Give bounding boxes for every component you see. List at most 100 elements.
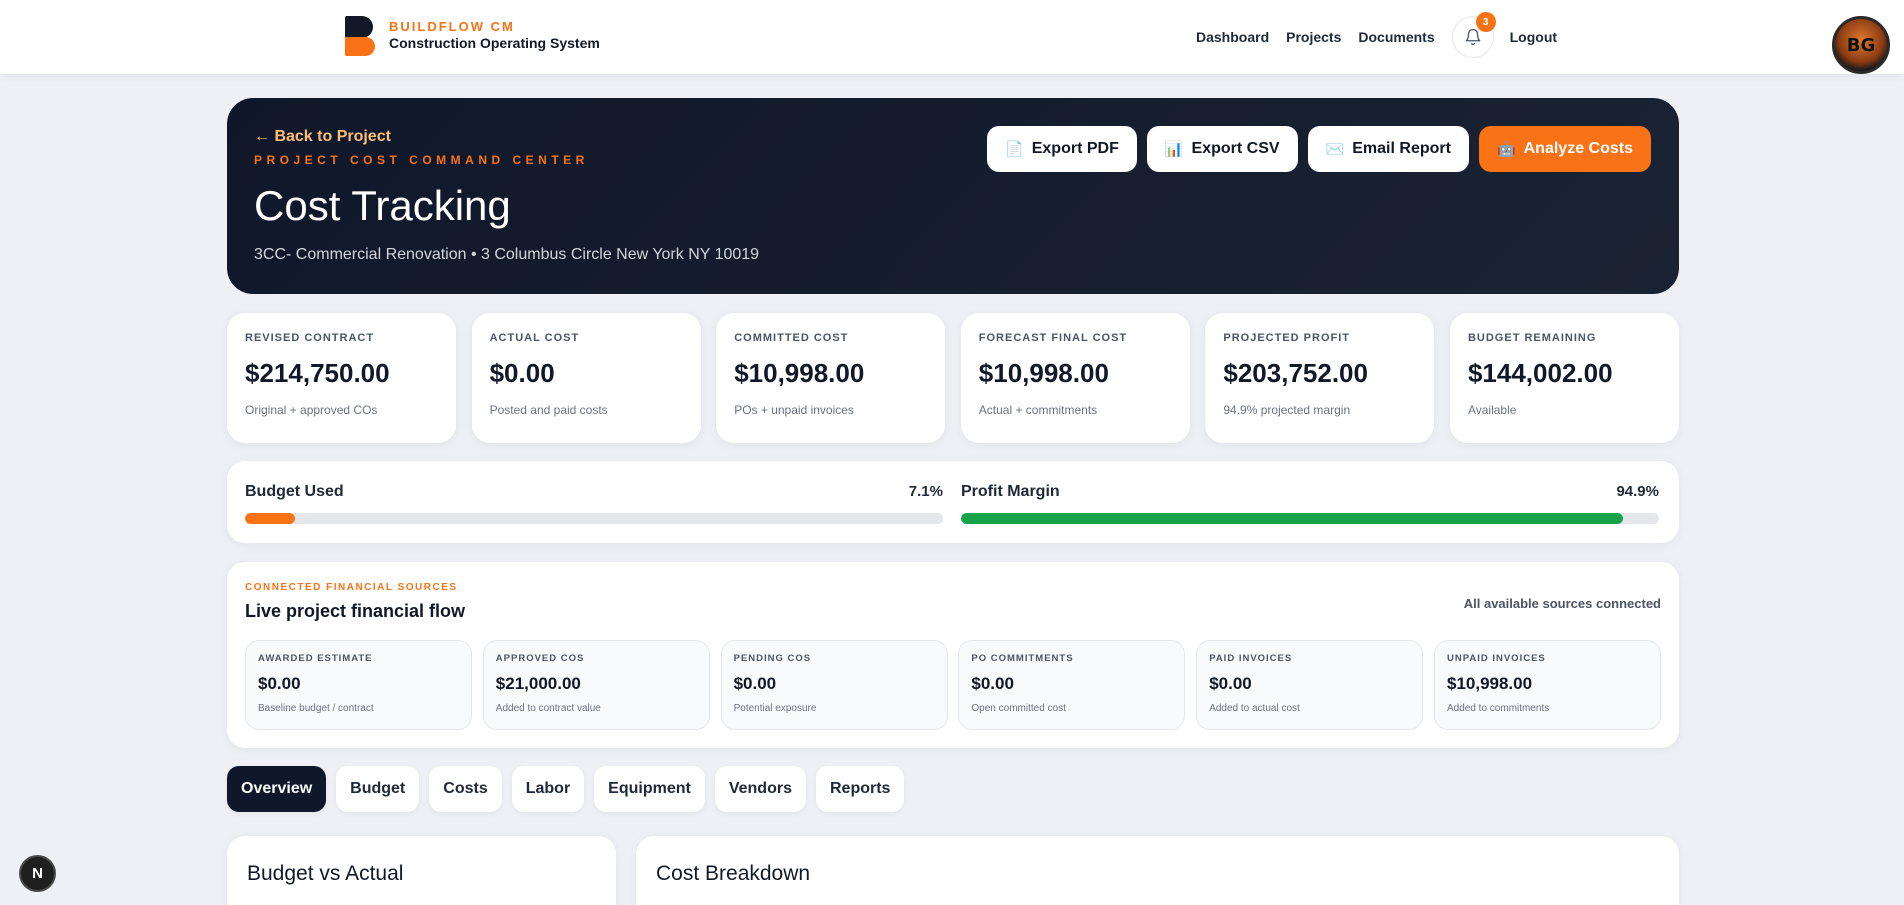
budget-used-label: Budget Used bbox=[245, 483, 344, 500]
hero-kicker: PROJECT COST COMMAND CENTER bbox=[254, 153, 589, 167]
budget-used-percent: 7.1% bbox=[908, 483, 943, 500]
source-po-commitments: PO COMMITMENTS $0.00 Open committed cost bbox=[958, 640, 1186, 730]
tab-labor[interactable]: Labor bbox=[511, 766, 585, 812]
analyze-costs-button[interactable]: 🤖 Analyze Costs bbox=[1478, 126, 1651, 172]
tab-overview[interactable]: Overview bbox=[227, 766, 327, 812]
avatar[interactable]: BG bbox=[1832, 16, 1890, 74]
document-icon: 📄 bbox=[1005, 141, 1024, 158]
logout-link[interactable]: Logout bbox=[1510, 29, 1557, 45]
source-note: Added to contract value bbox=[495, 703, 601, 714]
sources-status: All available sources connected bbox=[1463, 596, 1661, 611]
stat-note: Posted and paid costs bbox=[489, 403, 608, 417]
source-value: $10,998.00 bbox=[1446, 674, 1533, 693]
stat-card-committed-cost: COMMITTED COST $10,998.00 POs + unpaid i… bbox=[716, 313, 946, 443]
source-label: PO COMMITMENTS bbox=[971, 653, 1074, 664]
notifications-button[interactable]: 3 bbox=[1451, 12, 1496, 58]
source-value: $0.00 bbox=[258, 674, 301, 693]
tab-costs[interactable]: Costs bbox=[429, 766, 502, 812]
brand-name: BUILDFLOW CM bbox=[389, 19, 515, 35]
sources-grid: AWARDED ESTIMATE $0.00 Baseline budget /… bbox=[245, 640, 1661, 730]
back-to-project-link[interactable]: ← Back to Project bbox=[254, 128, 391, 146]
profit-margin-track bbox=[961, 513, 1659, 524]
bell-icon bbox=[1465, 28, 1481, 46]
export-csv-button[interactable]: 📊 Export CSV bbox=[1146, 126, 1298, 172]
stat-card-forecast-final-cost: FORECAST FINAL COST $10,998.00 Actual + … bbox=[960, 313, 1190, 443]
source-label: UNPAID INVOICES bbox=[1446, 653, 1546, 664]
brand-subtitle: Construction Operating System bbox=[389, 35, 600, 52]
source-unpaid-invoices: UNPAID INVOICES $10,998.00 Added to comm… bbox=[1433, 640, 1661, 730]
hero-actions: 📄 Export PDF 📊 Export CSV ✉️ Email Repor… bbox=[977, 126, 1651, 172]
nav-link-documents[interactable]: Documents bbox=[1358, 29, 1434, 45]
brand[interactable]: BUILDFLOW CM Construction Operating Syst… bbox=[345, 16, 600, 56]
stat-card-budget-remaining: BUDGET REMAINING $144,002.00 Available bbox=[1449, 313, 1679, 443]
tab-vendors[interactable]: Vendors bbox=[714, 766, 806, 812]
stat-note: Original + approved COs bbox=[245, 403, 378, 417]
stat-card-revised-contract: REVISED CONTRACT $214,750.00 Original + … bbox=[227, 313, 456, 443]
source-value: $0.00 bbox=[733, 674, 777, 693]
profit-margin-label: Profit Margin bbox=[961, 483, 1060, 500]
budget-vs-actual-panel: Budget vs Actual bbox=[227, 836, 616, 905]
dev-tools-badge[interactable]: N bbox=[19, 855, 56, 892]
budget-used-track bbox=[245, 513, 943, 524]
cost-breakdown-title: Cost Breakdown bbox=[656, 862, 811, 885]
progress-card: Budget Used 7.1% Profit Margin 94.9% bbox=[227, 461, 1679, 543]
tab-budget[interactable]: Budget bbox=[336, 766, 420, 812]
source-label: AWARDED ESTIMATE bbox=[258, 653, 373, 664]
page-title: Cost Tracking bbox=[254, 182, 511, 229]
source-value: $21,000.00 bbox=[495, 674, 581, 693]
stat-card-actual-cost: ACTUAL COST $0.00 Posted and paid costs bbox=[471, 313, 701, 443]
profit-margin-percent: 94.9% bbox=[1616, 483, 1659, 500]
tab-reports[interactable]: Reports bbox=[815, 766, 905, 812]
sources-kicker: CONNECTED FINANCIAL SOURCES bbox=[245, 582, 458, 593]
email-report-label: Email Report bbox=[1352, 140, 1451, 157]
budget-used-progress: Budget Used 7.1% bbox=[245, 483, 943, 524]
robot-icon: 🤖 bbox=[1496, 141, 1516, 158]
notification-count-badge: 3 bbox=[1475, 12, 1496, 32]
analyze-costs-label: Analyze Costs bbox=[1523, 140, 1633, 157]
stat-value: $214,750.00 bbox=[245, 358, 390, 388]
nav-link-dashboard[interactable]: Dashboard bbox=[1196, 29, 1269, 45]
source-paid-invoices: PAID INVOICES $0.00 Added to actual cost bbox=[1196, 640, 1424, 730]
stat-label: ACTUAL COST bbox=[489, 332, 580, 344]
source-note: Baseline budget / contract bbox=[258, 703, 374, 714]
source-label: PENDING COS bbox=[733, 653, 812, 664]
stat-note: POs + unpaid invoices bbox=[734, 403, 854, 417]
stat-note: Actual + commitments bbox=[978, 403, 1098, 417]
stat-cards: REVISED CONTRACT $214,750.00 Original + … bbox=[227, 313, 1679, 443]
source-label: PAID INVOICES bbox=[1209, 653, 1293, 664]
export-pdf-label: Export PDF bbox=[1031, 140, 1119, 157]
stat-card-projected-profit: PROJECTED PROFIT $203,752.00 94.9% proje… bbox=[1205, 313, 1435, 443]
export-csv-label: Export CSV bbox=[1191, 140, 1280, 157]
stat-label: BUDGET REMAINING bbox=[1467, 332, 1597, 344]
stat-value: $10,998.00 bbox=[734, 358, 865, 388]
tab-equipment[interactable]: Equipment bbox=[594, 766, 705, 812]
brand-logo-icon bbox=[345, 16, 377, 56]
stat-label: FORECAST FINAL COST bbox=[978, 332, 1128, 344]
chart-icon: 📊 bbox=[1164, 141, 1184, 158]
source-value: $0.00 bbox=[971, 674, 1014, 693]
stat-label: PROJECTED PROFIT bbox=[1223, 332, 1350, 344]
profit-margin-progress: Profit Margin 94.9% bbox=[961, 483, 1659, 524]
source-note: Added to actual cost bbox=[1209, 703, 1300, 714]
source-pending-cos: PENDING COS $0.00 Potential exposure bbox=[720, 640, 948, 730]
top-navbar: BUILDFLOW CM Construction Operating Syst… bbox=[0, 0, 1904, 74]
section-tabs: Overview Budget Costs Labor Equipment Ve… bbox=[227, 766, 914, 812]
source-label: APPROVED COS bbox=[495, 653, 585, 664]
sources-title: Live project financial flow bbox=[245, 601, 466, 621]
financial-sources-card: CONNECTED FINANCIAL SOURCES Live project… bbox=[227, 562, 1679, 748]
export-pdf-button[interactable]: 📄 Export PDF bbox=[987, 126, 1137, 172]
budget-used-fill bbox=[245, 513, 295, 524]
source-note: Potential exposure bbox=[733, 703, 817, 714]
source-approved-cos: APPROVED COS $21,000.00 Added to contrac… bbox=[482, 640, 710, 730]
project-subtitle: 3CC- Commercial Renovation • 3 Columbus … bbox=[254, 246, 760, 263]
stat-value: $10,998.00 bbox=[978, 358, 1109, 388]
source-awarded-estimate: AWARDED ESTIMATE $0.00 Baseline budget /… bbox=[245, 640, 472, 730]
stat-note: Available bbox=[1467, 403, 1517, 417]
source-note: Open committed cost bbox=[971, 703, 1066, 714]
budget-vs-actual-title: Budget vs Actual bbox=[247, 862, 404, 885]
email-report-button[interactable]: ✉️ Email Report bbox=[1307, 126, 1469, 172]
stat-note: 94.9% projected margin bbox=[1223, 403, 1351, 417]
stat-value: $0.00 bbox=[489, 358, 555, 388]
stat-value: $144,002.00 bbox=[1467, 358, 1613, 388]
nav-link-projects[interactable]: Projects bbox=[1286, 29, 1341, 45]
